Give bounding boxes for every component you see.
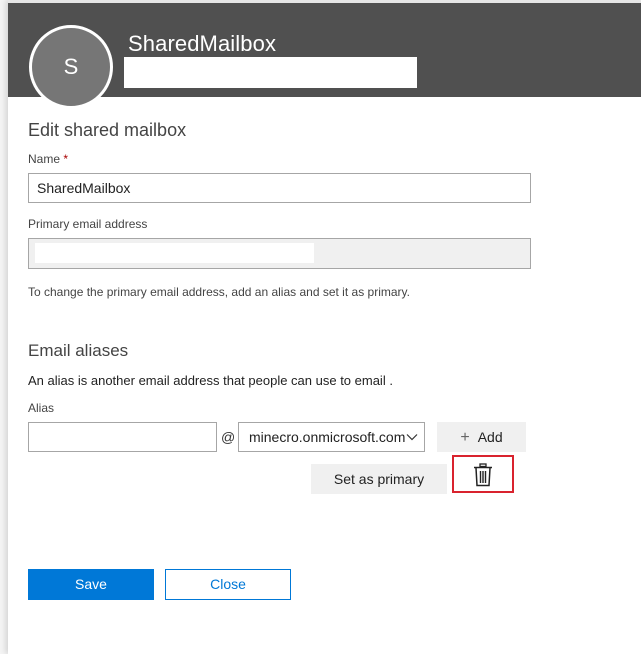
avatar: S bbox=[29, 25, 113, 109]
required-mark: * bbox=[63, 152, 69, 166]
chevron-down-icon bbox=[406, 434, 418, 441]
set-as-primary-button[interactable]: Set as primary bbox=[311, 464, 447, 494]
primary-email-field bbox=[28, 238, 531, 269]
form-title: Edit shared mailbox bbox=[28, 120, 187, 140]
edit-shared-mailbox-panel: SharedMailbox S Edit shared mailbox Name… bbox=[8, 0, 641, 654]
add-alias-button[interactable]: + Add bbox=[437, 422, 526, 452]
name-input[interactable]: SharedMailbox bbox=[28, 173, 531, 203]
plus-icon: + bbox=[460, 429, 470, 446]
add-alias-label: Add bbox=[477, 429, 503, 445]
mailbox-display-name: SharedMailbox bbox=[128, 31, 277, 56]
delete-alias-button[interactable] bbox=[452, 455, 514, 493]
redacted-email-area bbox=[124, 57, 417, 88]
domain-selected-value: minecro.onmicrosoft.com bbox=[249, 429, 406, 445]
at-symbol: @ bbox=[221, 429, 236, 445]
alias-input[interactable] bbox=[28, 422, 217, 452]
name-label: Name * bbox=[28, 152, 68, 166]
primary-email-help: To change the primary email address, add… bbox=[28, 285, 410, 299]
redacted-email-value bbox=[35, 243, 314, 263]
close-button[interactable]: Close bbox=[165, 569, 291, 600]
trash-icon bbox=[474, 463, 492, 487]
save-button[interactable]: Save bbox=[28, 569, 154, 600]
name-label-text: Name bbox=[28, 152, 61, 166]
aliases-description: An alias is another email address that p… bbox=[28, 373, 393, 388]
domain-select[interactable]: minecro.onmicrosoft.com bbox=[238, 422, 425, 452]
email-aliases-heading: Email aliases bbox=[28, 341, 129, 360]
alias-label: Alias bbox=[28, 401, 55, 415]
primary-email-label: Primary email address bbox=[28, 217, 148, 231]
